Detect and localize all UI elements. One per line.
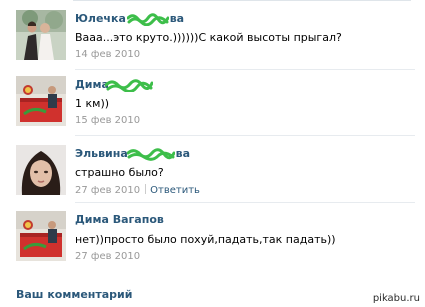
redaction-scribble-icon	[127, 148, 175, 161]
comment-author-link[interactable]: Эльвина ва	[75, 147, 190, 161]
comment-date[interactable]: 27 фев 2010	[75, 185, 140, 196]
avatar[interactable]	[16, 211, 66, 261]
office-photo-icon	[16, 76, 66, 126]
comment-author-link[interactable]: Дима Вагапов	[75, 213, 164, 227]
comment-divider	[75, 202, 415, 203]
comment-item: Дима Вагапов нет))просто было похуй,пада…	[16, 211, 416, 271]
comment-author-link[interactable]: Юлечка ва	[75, 12, 184, 26]
comment-date[interactable]: 14 фев 2010	[75, 49, 140, 60]
comment-text: Вааа...это круто.))))))С какой высоты пр…	[75, 31, 342, 44]
comment-item: Дима 1 км)) 15 фев 2010	[16, 76, 416, 136]
watermark-label: pikabu.ru	[372, 293, 420, 304]
comment-item: Юлечка ва Вааа...это круто.))))))С какой…	[16, 10, 416, 70]
comment-text: страшно было?	[75, 166, 164, 179]
comment-item: Эльвина ва страшно было? 27 фев 2010 Отве…	[16, 145, 416, 205]
comment-divider	[75, 135, 415, 136]
redaction-scribble-icon	[105, 79, 153, 92]
comment-text: 1 км))	[75, 97, 110, 110]
your-comment-link[interactable]: Ваш комментарий	[16, 288, 132, 301]
office-photo-icon	[16, 211, 66, 261]
comment-date[interactable]: 15 фев 2010	[75, 115, 140, 126]
redaction-scribble-icon	[127, 13, 169, 26]
comment-text: нет))просто было похуй,падать,так падать…	[75, 233, 336, 246]
comment-date[interactable]: 27 фев 2010	[75, 251, 140, 262]
avatar[interactable]	[16, 10, 66, 60]
reply-link[interactable]: Ответить	[150, 185, 200, 196]
meta-separator	[145, 184, 147, 194]
comment-divider	[75, 69, 415, 70]
avatar[interactable]	[16, 145, 66, 195]
comment-author-link[interactable]: Дима	[75, 78, 155, 92]
top-divider	[73, 0, 411, 4]
wedding-photo-icon	[16, 10, 66, 60]
avatar[interactable]	[16, 76, 66, 126]
portrait-photo-icon	[16, 145, 66, 195]
